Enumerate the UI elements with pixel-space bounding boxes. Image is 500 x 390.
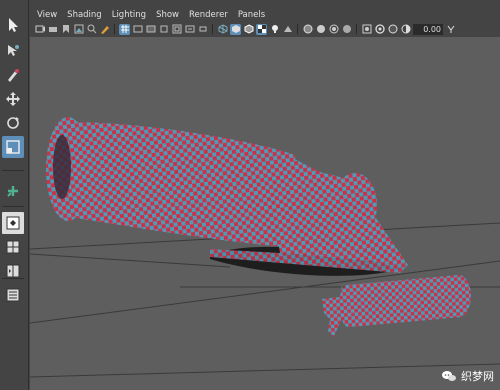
screen-space-ao-icon[interactable] <box>302 24 313 35</box>
paint-select-tool-icon[interactable] <box>2 64 24 86</box>
shadows-icon[interactable] <box>282 24 293 35</box>
toolbar-divider <box>297 24 298 34</box>
viewport-scene <box>30 117 500 378</box>
camera-attributes-icon[interactable] <box>47 24 58 35</box>
exposure-value-field[interactable]: 0.00 <box>413 23 443 35</box>
layout-single-icon[interactable] <box>2 212 24 234</box>
gamma-icon[interactable] <box>445 24 456 35</box>
cannon-cap-face <box>350 187 370 223</box>
camera-select-icon[interactable] <box>34 24 45 35</box>
cannon-barrel[interactable] <box>70 122 300 247</box>
xray-icon[interactable] <box>374 24 385 35</box>
resolution-gate-icon[interactable] <box>145 24 156 35</box>
use-all-lights-icon[interactable] <box>269 24 280 35</box>
watermark-text: 织梦网 <box>461 370 494 383</box>
xray-joints-icon[interactable] <box>387 24 398 35</box>
exposure-icon[interactable] <box>400 24 411 35</box>
grease-pencil-icon[interactable] <box>99 24 110 35</box>
bookmarks-icon[interactable] <box>60 24 71 35</box>
toolbar-divider <box>356 24 357 34</box>
film-gate-icon[interactable] <box>132 24 143 35</box>
toolbox-divider <box>2 278 24 279</box>
depth-of-field-icon[interactable] <box>341 24 352 35</box>
outliner-layout-icon[interactable] <box>2 284 24 306</box>
menu-shading[interactable]: Shading <box>62 10 107 20</box>
toolbox-divider <box>2 170 24 171</box>
grid-icon[interactable] <box>119 23 130 35</box>
motion-blur-icon[interactable] <box>315 24 326 35</box>
toolbar-divider <box>212 24 213 34</box>
scale-tool-icon[interactable] <box>2 136 24 158</box>
safe-action-icon[interactable] <box>184 24 195 35</box>
menu-panels[interactable]: Panels <box>233 10 270 20</box>
rotate-tool-icon[interactable] <box>2 112 24 134</box>
wireframe-icon[interactable] <box>217 24 228 35</box>
layout-four-icon[interactable] <box>2 236 24 258</box>
perspective-viewport[interactable]: 织梦网 <box>30 37 500 390</box>
move-tool-icon[interactable] <box>2 88 24 110</box>
small-cylinder-handle[interactable] <box>322 285 348 337</box>
toolbox-divider <box>2 206 24 207</box>
image-plane-icon[interactable] <box>73 24 84 35</box>
menu-show[interactable]: Show <box>151 10 184 20</box>
menu-view[interactable]: View <box>32 10 62 20</box>
gate-mask-icon[interactable] <box>158 24 169 35</box>
small-cylinder-end <box>447 275 471 317</box>
2d-pan-zoom-icon[interactable] <box>86 24 97 35</box>
left-toolbox <box>0 0 29 390</box>
menu-renderer[interactable]: Renderer <box>184 10 233 20</box>
textured-icon[interactable] <box>256 23 267 35</box>
select-tool-icon[interactable] <box>2 14 24 36</box>
small-cylinder[interactable] <box>345 275 462 327</box>
cannon-muzzle-hole <box>53 135 71 199</box>
last-tool-icon[interactable] <box>2 180 24 202</box>
viewport-menu-bar: View Shading Lighting Show Renderer Pane… <box>28 8 500 22</box>
menu-lighting[interactable]: Lighting <box>107 10 151 20</box>
watermark: 织梦网 <box>441 368 494 384</box>
wireframe-on-shaded-icon[interactable] <box>243 24 254 35</box>
smooth-shade-icon[interactable] <box>230 23 241 35</box>
safe-title-icon[interactable] <box>197 24 208 35</box>
field-chart-icon[interactable] <box>171 24 182 35</box>
multisample-aa-icon[interactable] <box>328 24 339 35</box>
isolate-select-icon[interactable] <box>361 24 372 35</box>
toolbar-divider <box>114 24 115 34</box>
lasso-tool-icon[interactable] <box>2 40 24 62</box>
chat-bubble-icon <box>442 371 456 381</box>
panel-toolbar: 0.00 <box>28 22 500 36</box>
